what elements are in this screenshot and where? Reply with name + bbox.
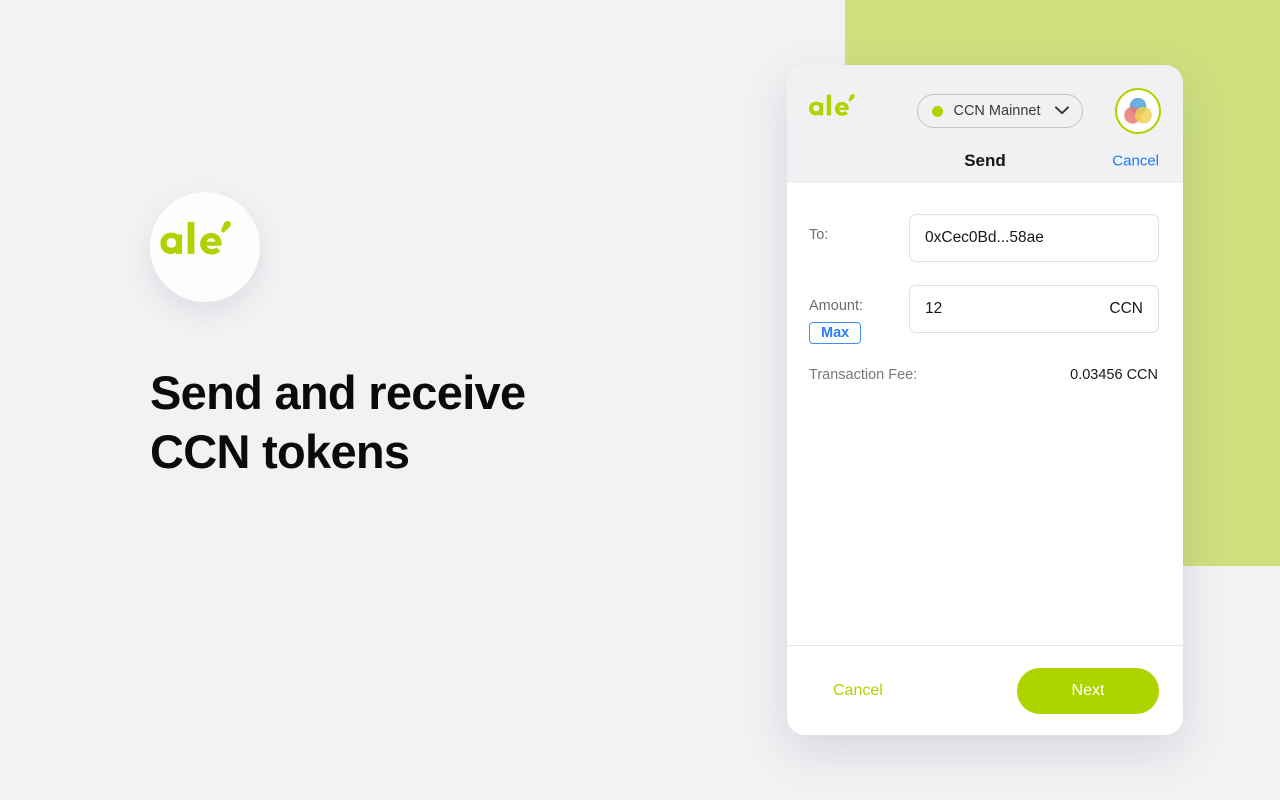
hero-logo-badge <box>150 192 260 302</box>
transaction-fee-label: Transaction Fee: <box>809 367 918 383</box>
network-selector[interactable]: CCN Mainnet <box>917 94 1083 128</box>
to-label-col: To: <box>809 214 909 243</box>
amount-value: 12 <box>925 300 943 317</box>
to-label: To: <box>809 227 829 243</box>
network-label: CCN Mainnet <box>953 103 1041 119</box>
to-address-value: 0xCec0Bd...58ae <box>925 229 1044 246</box>
amount-unit: CCN <box>1109 300 1143 317</box>
wallet-card: CCN Mainnet Send Cancel To: 0xCec0Bd...5… <box>787 65 1183 735</box>
amount-label-col: Amount: Max <box>809 285 909 344</box>
amount-row: Amount: Max 12 CCN <box>809 285 1159 344</box>
transaction-fee-value: 0.03456 CCN <box>1070 367 1158 383</box>
send-form: To: 0xCec0Bd...58ae Amount: Max 12 CCN T… <box>787 183 1183 645</box>
header-cancel-button[interactable]: Cancel <box>1112 153 1159 170</box>
to-row: To: 0xCec0Bd...58ae <box>809 214 1159 262</box>
amount-label: Amount: <box>809 298 863 314</box>
network-status-dot <box>932 105 944 117</box>
ale-logo-icon <box>160 220 249 273</box>
account-avatar-icon[interactable] <box>1115 88 1161 134</box>
ale-logo-icon <box>809 94 867 128</box>
max-button[interactable]: Max <box>809 322 862 344</box>
card-footer: Cancel Next <box>787 645 1183 735</box>
to-address-input[interactable]: 0xCec0Bd...58ae <box>909 214 1159 262</box>
next-button[interactable]: Next <box>1017 667 1159 714</box>
chevron-down-icon <box>1054 102 1069 120</box>
cancel-button[interactable]: Cancel <box>823 676 893 706</box>
transaction-fee-row: Transaction Fee: 0.03456 CCN <box>809 367 1159 383</box>
page-title: Send and receive CCN tokens <box>150 366 526 478</box>
card-subbar: Send Cancel <box>787 139 1183 183</box>
card-topbar: CCN Mainnet <box>787 65 1183 139</box>
amount-input[interactable]: 12 CCN <box>909 285 1159 333</box>
screen-title: Send <box>964 151 1006 170</box>
hero-section: Send and receive CCN tokens <box>150 192 710 482</box>
